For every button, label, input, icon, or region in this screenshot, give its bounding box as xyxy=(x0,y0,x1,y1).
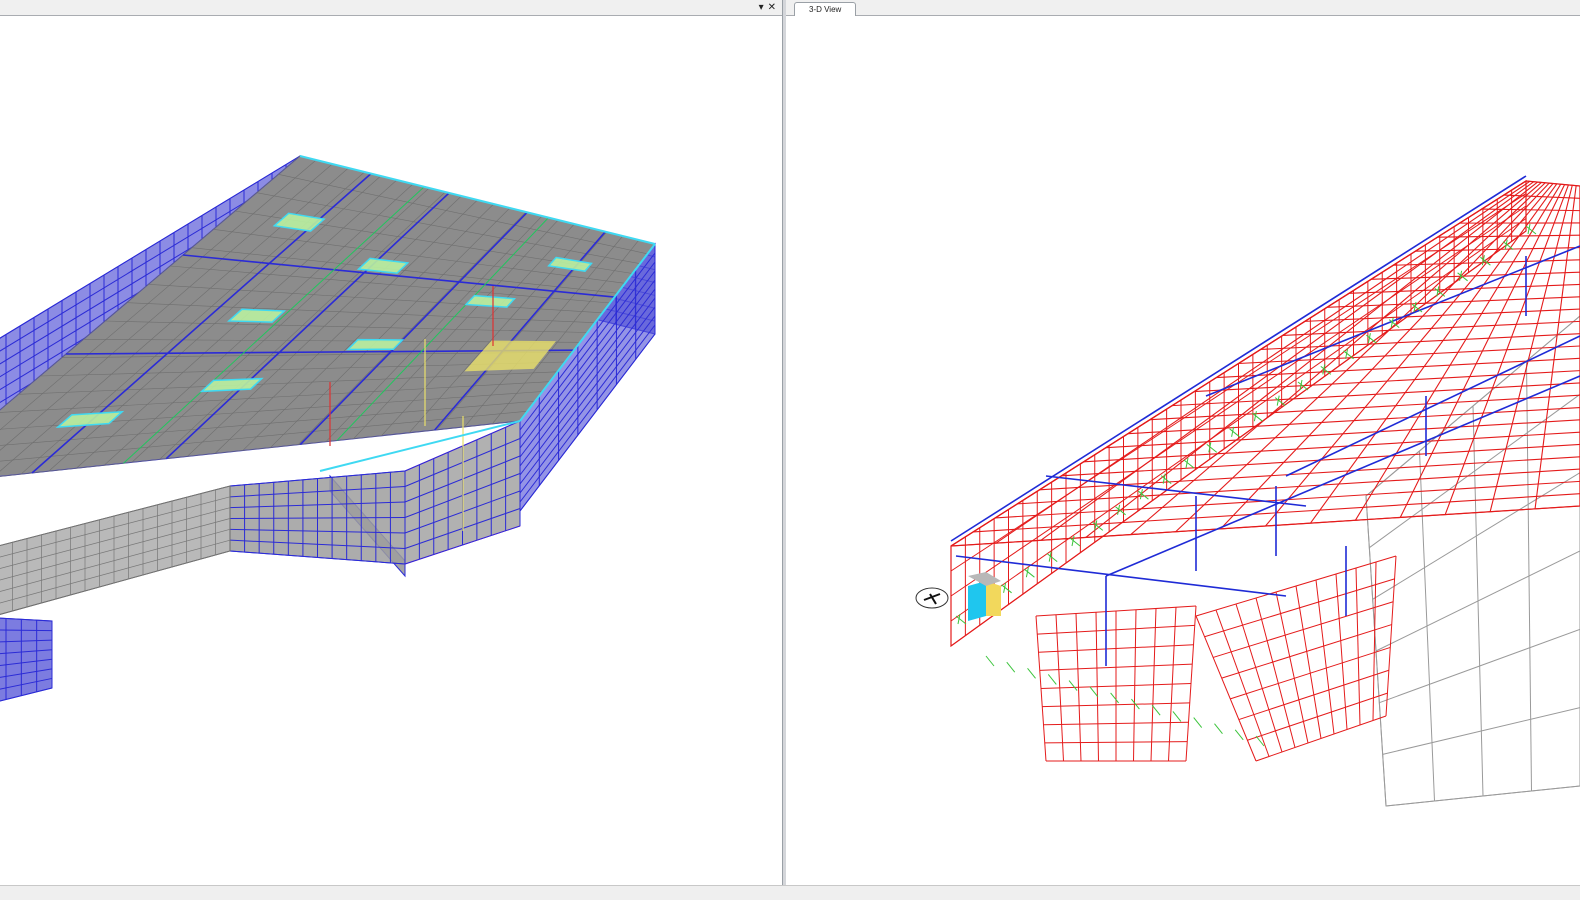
mesh-line xyxy=(1230,646,1391,700)
left-pane-controls: ▾ ✕ xyxy=(759,1,776,14)
mesh-line xyxy=(1355,567,1361,726)
right-3d-viewport[interactable] xyxy=(786,16,1580,885)
mesh-line xyxy=(1255,597,1296,748)
blue-frame-member xyxy=(1105,375,1580,577)
support-spring xyxy=(1193,717,1203,728)
mesh-line xyxy=(1044,741,1188,744)
right-view-pane[interactable]: 3-D View xyxy=(786,0,1580,885)
selection-marker xyxy=(968,572,1001,586)
support-spring xyxy=(1006,661,1016,673)
mesh-line xyxy=(1238,669,1390,721)
mesh-line xyxy=(1295,585,1322,739)
blue-frame-member xyxy=(955,555,1287,597)
support-spring xyxy=(1172,711,1182,722)
support-spring xyxy=(955,615,967,625)
support-spring xyxy=(1068,680,1078,691)
support-spring xyxy=(1206,444,1218,453)
left-3d-viewport[interactable] xyxy=(0,16,782,885)
support-spring xyxy=(1234,729,1244,741)
support-spring xyxy=(1252,412,1263,422)
tab-3d-view[interactable]: 3-D View xyxy=(794,2,857,16)
support-spring xyxy=(985,655,995,667)
mesh-line xyxy=(1150,394,1580,421)
selection-marker xyxy=(968,581,986,621)
status-bar xyxy=(0,885,1580,900)
mesh-line xyxy=(1195,555,1397,617)
support-spring xyxy=(1047,674,1057,685)
basement-wall xyxy=(0,485,231,615)
mesh-line xyxy=(1315,579,1335,735)
red-lower-box-b xyxy=(1195,555,1397,762)
left-structural-model xyxy=(0,155,656,702)
blue-frame-member xyxy=(1285,335,1580,477)
mesh-line xyxy=(1255,715,1387,762)
red-roof-mesh xyxy=(950,180,1580,547)
mesh-line xyxy=(1372,472,1580,600)
mesh-line xyxy=(1204,578,1395,638)
red-long-wall-mesh xyxy=(950,180,1527,647)
support-spring xyxy=(1027,667,1036,679)
mesh-line xyxy=(1503,194,1580,199)
mesh-line xyxy=(1083,431,1580,463)
mesh-line xyxy=(1275,591,1309,744)
mesh-line xyxy=(1212,601,1394,658)
mesh-line xyxy=(1221,624,1392,679)
mesh-line xyxy=(950,505,1580,547)
mesh-line xyxy=(1379,628,1580,704)
right-structural-model xyxy=(915,175,1580,807)
mesh-line xyxy=(950,205,1527,597)
slab-opening xyxy=(346,338,405,351)
mesh-line xyxy=(1481,208,1580,212)
mesh-line xyxy=(950,218,1527,622)
support-spring xyxy=(1069,537,1081,547)
left-view-pane[interactable]: ▾ ✕ xyxy=(0,0,782,885)
blue-frame-member xyxy=(950,175,1527,542)
red-lower-box-a xyxy=(1035,605,1197,762)
right-pane-tab-bar: 3-D View xyxy=(786,0,1580,16)
support-spring xyxy=(1110,692,1120,704)
mesh-line xyxy=(1247,692,1388,741)
support-spring xyxy=(1214,723,1223,735)
support-spring xyxy=(1183,459,1195,469)
support-spring xyxy=(1255,735,1265,747)
caret-down-icon[interactable]: ▾ xyxy=(759,1,764,14)
selection-marker xyxy=(986,581,1001,616)
left-pane-tab-bar: ▾ ✕ xyxy=(0,0,782,16)
support-spring xyxy=(1001,584,1012,594)
support-spring xyxy=(1046,553,1058,562)
support-spring xyxy=(1089,686,1099,698)
support-spring xyxy=(1274,397,1286,406)
mesh-line xyxy=(1375,550,1580,652)
close-icon[interactable]: ✕ xyxy=(768,1,776,14)
mesh-line xyxy=(1105,419,1580,449)
mesh-line xyxy=(950,180,1527,547)
support-spring xyxy=(1151,704,1161,716)
support-spring xyxy=(1024,568,1035,578)
